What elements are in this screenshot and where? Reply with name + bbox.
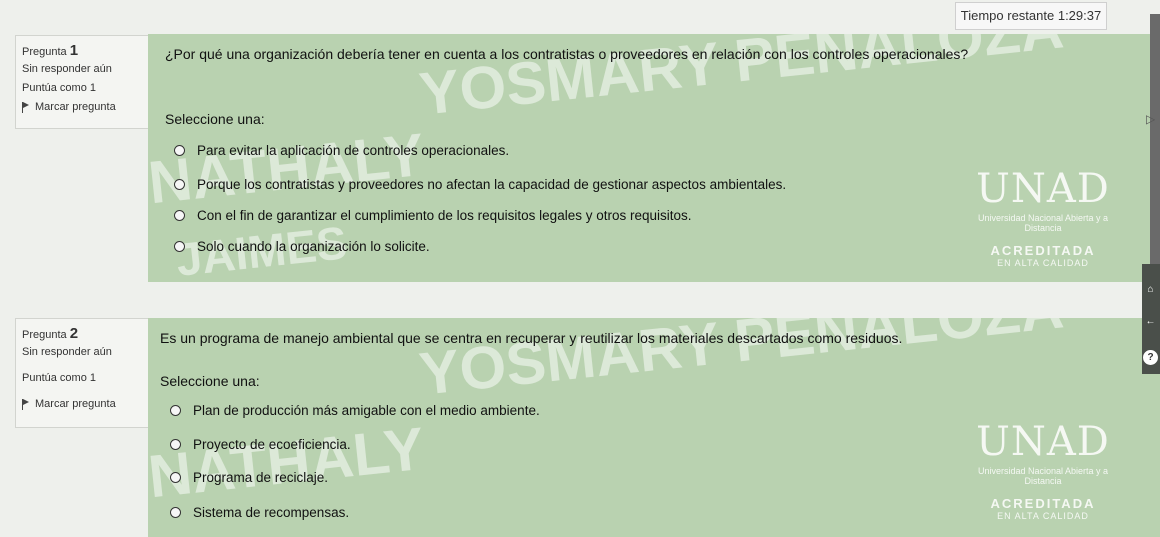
select-prompt: Seleccione una: bbox=[165, 111, 265, 127]
radio-button[interactable] bbox=[174, 241, 185, 252]
timer-label: Tiempo restante bbox=[960, 8, 1055, 23]
question-score: Puntúa como 1 bbox=[22, 372, 96, 384]
question-info-2: Pregunta 2 Sin responder aún Puntúa como… bbox=[15, 318, 154, 428]
select-prompt: Seleccione una: bbox=[160, 373, 260, 389]
radio-button[interactable] bbox=[170, 405, 181, 416]
unad-logo: UNAD Universidad Nacional Abierta y a Di… bbox=[976, 419, 1110, 521]
answer-option[interactable]: Solo cuando la organización lo solicite. bbox=[174, 239, 430, 254]
answer-option[interactable]: Plan de producción más amigable con el m… bbox=[170, 403, 540, 418]
radio-button[interactable] bbox=[170, 439, 181, 450]
radio-button[interactable] bbox=[170, 507, 181, 518]
question-content-1: YOSMARY PEÑALOZA NATHALY JAIMES ¿Por qué… bbox=[148, 34, 1160, 282]
answer-option[interactable]: Proyecto de ecoeficiencia. bbox=[170, 437, 351, 452]
radio-button[interactable] bbox=[170, 472, 181, 483]
question-number: 2 bbox=[69, 325, 79, 342]
timer: Tiempo restante 1:29:37 bbox=[955, 2, 1107, 30]
radio-button[interactable] bbox=[174, 210, 185, 221]
answer-option[interactable]: Para evitar la aplicación de controles o… bbox=[174, 143, 509, 158]
question-text: ¿Por qué una organización debería tener … bbox=[165, 46, 969, 62]
question-status: Sin responder aún bbox=[22, 346, 112, 358]
question-info-1: Pregunta 1 Sin responder aún Puntúa como… bbox=[15, 35, 154, 129]
flag-question-link[interactable]: Marcar pregunta bbox=[22, 398, 147, 410]
back-arrow-icon[interactable]: ← bbox=[1143, 314, 1158, 329]
unad-logo: UNAD Universidad Nacional Abierta y a Di… bbox=[976, 166, 1110, 268]
question-text: Es un programa de manejo ambiental que s… bbox=[160, 330, 903, 346]
timer-value: 1:29:37 bbox=[1057, 8, 1102, 23]
right-scroll-strip[interactable] bbox=[1150, 14, 1160, 264]
question-content-2: YOSMARY PEÑALOZA NATHALY Es un programa … bbox=[148, 318, 1160, 537]
flag-icon bbox=[22, 398, 30, 410]
radio-button[interactable] bbox=[174, 145, 185, 156]
flag-question-link[interactable]: Marcar pregunta bbox=[22, 101, 147, 113]
answer-option[interactable]: Con el fin de garantizar el cumplimiento… bbox=[174, 208, 692, 223]
flag-icon bbox=[22, 101, 30, 113]
answer-option[interactable]: Sistema de recompensas. bbox=[170, 505, 349, 520]
answer-option[interactable]: Porque los contratistas y proveedores no… bbox=[174, 177, 786, 192]
question-score: Puntúa como 1 bbox=[22, 82, 96, 94]
home-icon[interactable]: ⌂ bbox=[1143, 282, 1158, 297]
question-status: Sin responder aún bbox=[22, 63, 112, 75]
answer-option[interactable]: Programa de reciclaje. bbox=[170, 470, 328, 485]
watermark: NATHALY bbox=[148, 120, 428, 217]
help-icon[interactable]: ? bbox=[1143, 350, 1158, 365]
watermark: NATHALY bbox=[148, 414, 428, 511]
question-number: 1 bbox=[69, 42, 79, 59]
radio-button[interactable] bbox=[174, 179, 185, 190]
cursor-icon: ▷ bbox=[1146, 112, 1156, 126]
